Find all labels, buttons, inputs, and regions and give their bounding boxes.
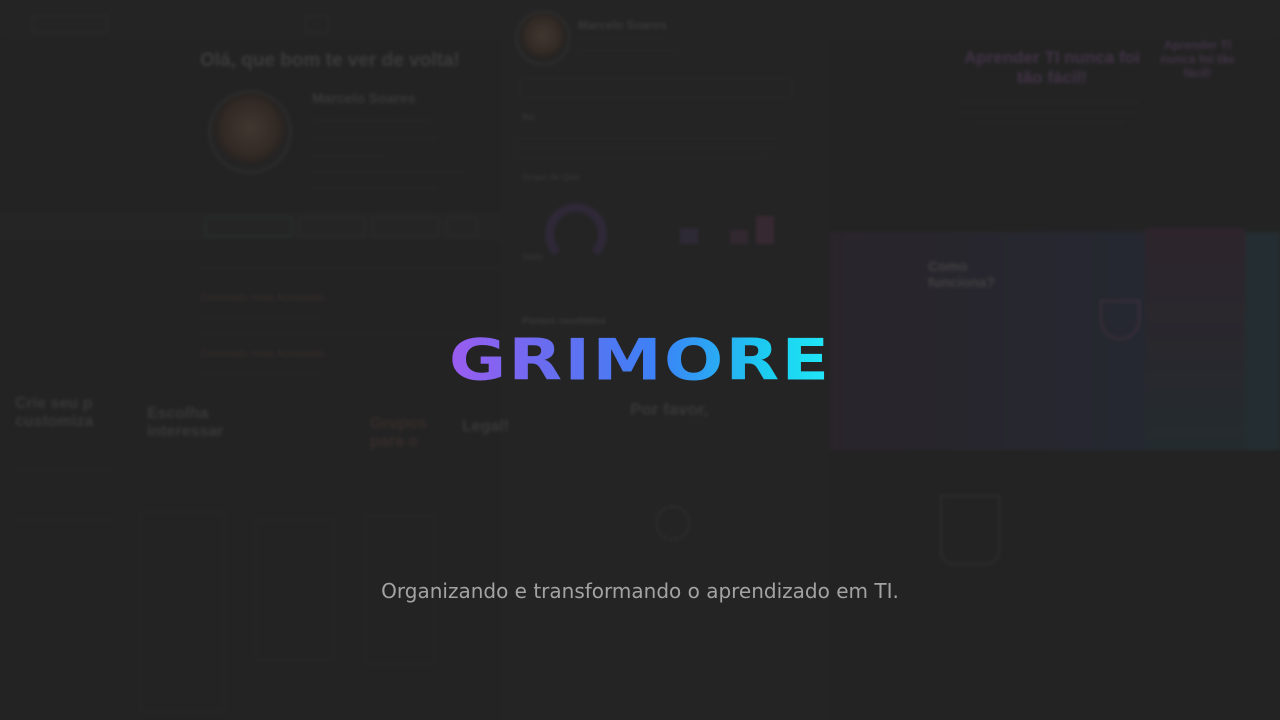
logo-text: GRIMORE xyxy=(448,326,832,394)
grimore-logo: GRIMORE xyxy=(0,318,1280,402)
splash-tagline: Organizando e transformando o aprendizad… xyxy=(381,579,899,603)
